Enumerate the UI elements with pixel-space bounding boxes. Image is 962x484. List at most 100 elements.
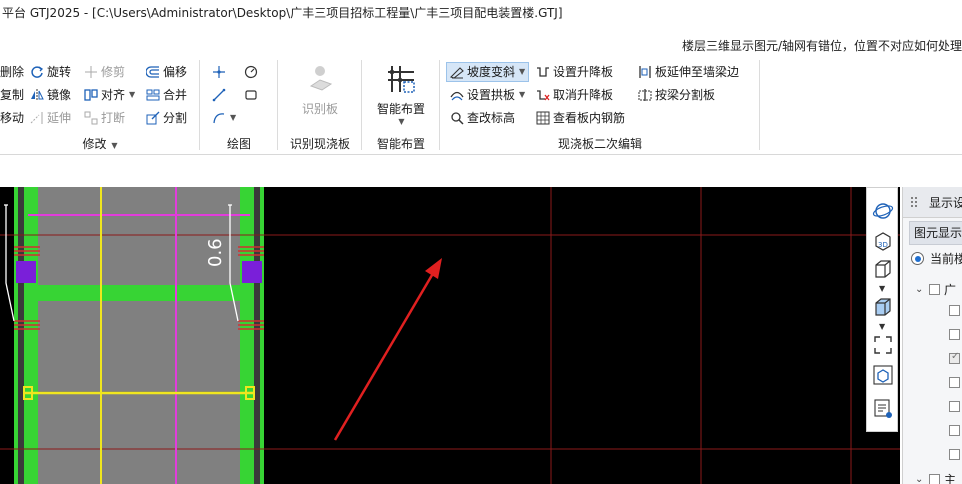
- tree-root-row[interactable]: ⌄ 广: [915, 281, 956, 298]
- extend-icon: [30, 111, 44, 125]
- split-slab-by-beam-label: 按梁分割板: [655, 88, 716, 102]
- rebar-view-icon: [536, 111, 550, 125]
- tree-item-checkbox-7[interactable]: [949, 449, 960, 460]
- radio-selected-icon[interactable]: [911, 252, 924, 265]
- circle-clock-icon: [244, 65, 258, 79]
- 3d-view-icon[interactable]: 3D: [872, 230, 894, 252]
- collapse-icon[interactable]: ⌄: [915, 284, 925, 295]
- tree-root2-row[interactable]: ⌄ 主: [915, 471, 956, 484]
- arc-dropdown-icon[interactable]: ▼: [230, 108, 236, 128]
- draw-group: ▼ 绘图: [200, 56, 278, 154]
- mirror-button[interactable]: 镜像: [30, 85, 71, 105]
- current-floor-radio[interactable]: 当前楼: [911, 250, 962, 267]
- set-arch-slab-button[interactable]: 设置拱板 ▼: [450, 85, 525, 105]
- arch-dropdown-icon[interactable]: ▼: [519, 85, 525, 105]
- identify-group: 识别板 识别现浇板: [278, 56, 362, 154]
- line-icon: [212, 88, 226, 102]
- merge-label: 合并: [163, 88, 188, 102]
- wall-horizontal: [24, 285, 254, 301]
- check-elevation-button[interactable]: 查改标高: [450, 108, 515, 128]
- rotate-icon: [30, 65, 44, 79]
- extend-label: 延伸: [47, 111, 72, 125]
- draw-group-label: 绘图: [226, 137, 251, 151]
- trim-label: 修剪: [101, 65, 126, 79]
- tree-item-checkbox-2[interactable]: [949, 329, 960, 340]
- draw-point-button[interactable]: [212, 62, 226, 82]
- draw-rect-button[interactable]: [244, 85, 258, 105]
- tree-root-checkbox[interactable]: [929, 284, 940, 295]
- panel-header[interactable]: 显示设: [903, 187, 962, 218]
- mirror-label: 镜像: [47, 88, 72, 102]
- align-dropdown-icon[interactable]: ▼: [129, 85, 135, 105]
- align-button[interactable]: 对齐 ▼: [84, 85, 135, 105]
- cube-icon[interactable]: [872, 258, 894, 280]
- wall-right: [240, 187, 254, 484]
- tree-item-checkbox-4[interactable]: [949, 377, 960, 388]
- view-slab-rebar-button[interactable]: 查看板内钢筋: [536, 108, 625, 128]
- display-settings-icon[interactable]: [872, 398, 894, 420]
- identify-slab-icon: [303, 62, 337, 96]
- extend-slab-button[interactable]: 板延伸至墙梁边: [638, 62, 739, 82]
- move-button[interactable]: 移动: [0, 108, 24, 128]
- cube-solid-icon[interactable]: [872, 296, 894, 318]
- column-right: [242, 261, 262, 283]
- identify-slab-label: 识别板: [301, 102, 338, 116]
- extend-button[interactable]: 延伸: [30, 108, 71, 128]
- svg-text:3D: 3D: [878, 241, 888, 249]
- raise-slab-icon: [536, 65, 550, 79]
- collapse-icon-2[interactable]: ⌄: [915, 474, 925, 484]
- draw-arc-button[interactable]: ▼: [212, 108, 236, 128]
- magnifier-icon: [450, 111, 464, 125]
- cancel-raise-slab-label: 取消升降板: [553, 88, 614, 102]
- tree-item-checkbox-6[interactable]: [949, 425, 960, 436]
- rotate-button[interactable]: 旋转: [30, 62, 71, 82]
- drag-grip-icon[interactable]: [910, 196, 918, 208]
- copy-button[interactable]: 复制: [0, 85, 24, 105]
- element-view-icon[interactable]: [872, 364, 894, 386]
- slope-slab-button[interactable]: 坡度变斜 ▼: [446, 62, 530, 82]
- canvas-drawing: [0, 187, 900, 484]
- slab-edit-group: 坡度变斜 ▼ 设置拱板 ▼ 查改标高 设置升降板 取消升降板 查看板内钢筋 板延…: [440, 56, 760, 154]
- smart-layout-button[interactable]: 智能布置 ▼: [366, 62, 436, 126]
- help-notice-link[interactable]: 楼层三维显示图元/轴网有错位，位置不对应如何处理: [682, 37, 962, 54]
- cube-solid-dropdown-icon[interactable]: ▼: [879, 322, 885, 331]
- offset-button[interactable]: 偏移: [146, 62, 187, 82]
- smart-layout-label: 智能布置: [376, 102, 425, 116]
- panel-title: 显示设: [929, 196, 962, 210]
- split-button[interactable]: 分割: [146, 108, 187, 128]
- tree-item-checkbox-3[interactable]: [949, 351, 960, 364]
- trim-button[interactable]: 修剪: [84, 62, 125, 82]
- split-slab-by-beam-button[interactable]: 按梁分割板: [638, 85, 715, 105]
- fullscreen-icon[interactable]: [872, 334, 894, 356]
- align-icon: [84, 88, 98, 102]
- annotation-arrow-head: [425, 258, 442, 279]
- tree-root2-checkbox[interactable]: [929, 474, 940, 484]
- draw-line-button[interactable]: [212, 85, 226, 105]
- modify-group-label[interactable]: 修改 ▼: [0, 135, 200, 152]
- break-button[interactable]: 打断: [84, 108, 125, 128]
- set-raise-slab-button[interactable]: 设置升降板: [536, 62, 613, 82]
- cancel-raise-slab-button[interactable]: 取消升降板: [536, 85, 613, 105]
- tab-element-display[interactable]: 图元显示: [909, 221, 962, 245]
- orbit-icon[interactable]: [872, 200, 894, 222]
- draw-circle-button[interactable]: [244, 62, 258, 82]
- slab-edit-group-label: 现浇板二次编辑: [557, 137, 642, 151]
- extend-slab-icon: [638, 65, 652, 79]
- tree-item-checkbox-1[interactable]: [949, 305, 960, 316]
- smart-layout-dropdown-icon[interactable]: ▼: [398, 117, 404, 126]
- identify-slab-button[interactable]: 识别板: [284, 62, 356, 117]
- drawing-canvas[interactable]: 0.6: [0, 187, 900, 484]
- modify-group: 删除 复制 移动 旋转 镜像 延伸 修剪 对齐 ▼ 打断 偏移 合并 分割 修改…: [0, 56, 200, 154]
- annotation-arrow-line: [333, 269, 437, 441]
- tree-root2-label: 主: [944, 473, 957, 484]
- break-label: 打断: [101, 111, 126, 125]
- merge-button[interactable]: 合并: [146, 85, 187, 105]
- cube-dropdown-icon[interactable]: ▼: [879, 284, 885, 293]
- tree-item-checkbox-5[interactable]: [949, 401, 960, 412]
- delete-button[interactable]: 删除: [0, 62, 24, 82]
- slope-dropdown-icon[interactable]: ▼: [519, 63, 525, 81]
- offset-label: 偏移: [163, 65, 188, 79]
- point-icon: [212, 65, 226, 79]
- cancel-raise-icon: [536, 88, 550, 102]
- set-raise-slab-label: 设置升降板: [553, 65, 614, 79]
